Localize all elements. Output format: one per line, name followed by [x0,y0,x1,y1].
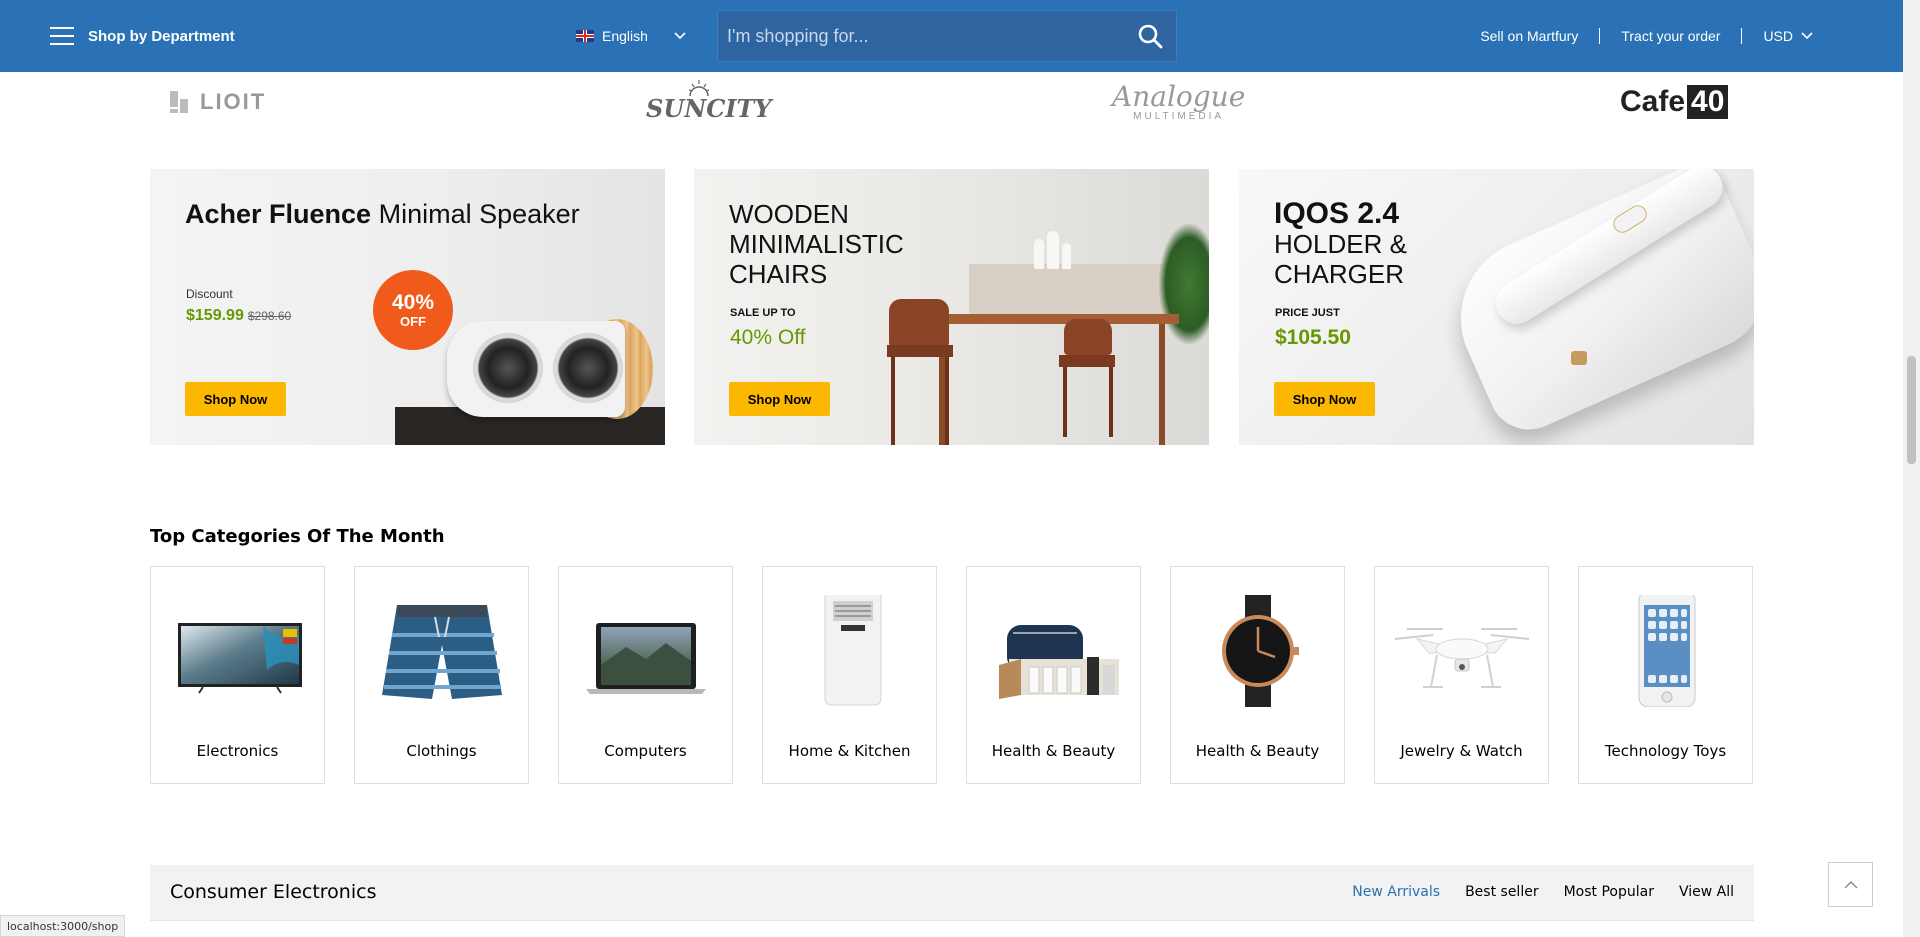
old-price: $298.60 [247,309,292,323]
section-title: Top Categories Of The Month [150,526,445,547]
discount-badge: 40% OFF [373,270,453,350]
search-icon [1138,24,1163,49]
brand-analogue-text: Analogue [1112,79,1246,113]
drone-icon [1394,628,1530,688]
brand-lioit-text: LIOIT [200,89,267,114]
brand-logo-suncity[interactable]: SUNCITY [646,76,772,128]
tab-new-arrivals[interactable]: New Arrivals [1352,884,1440,900]
brand-cafe-number: 40 [1687,85,1729,119]
laptop-icon [586,623,706,694]
sell-on-martfury-link[interactable]: Sell on Martfury [1480,28,1578,44]
promo-banner-chairs[interactable]: WOODEN MINIMALISTIC CHAIRS SALE UP TO 40… [694,169,1209,445]
category-card[interactable]: Jewelry & Watch [1374,566,1549,784]
banner-price: $105.50 [1275,326,1351,349]
category-label: Jewelry & Watch [1400,742,1523,760]
search-input[interactable] [718,11,1124,61]
chevron-up-icon [1844,881,1857,889]
category-card[interactable]: Electronics [150,566,325,784]
divider [1741,28,1743,44]
shop-now-button[interactable]: Shop Now [185,382,286,416]
brand-logo-cafe40[interactable]: Cafe 40 [1620,76,1729,128]
category-label: Technology Toys [1604,742,1727,760]
section-title: Consumer Electronics [170,881,377,903]
category-card[interactable]: Home & Kitchen [762,566,937,784]
banner-title: Acher Fluence Minimal Speaker [185,199,580,229]
sun-icon [688,80,710,97]
category-card[interactable]: Technology Toys [1578,566,1753,784]
uk-flag-icon [576,30,594,42]
status-url: localhost:3000/shop [0,915,126,937]
tab-most-popular[interactable]: Most Popular [1564,884,1654,900]
language-label: English [602,28,648,44]
tab-view-all[interactable]: View All [1679,884,1734,900]
category-card[interactable]: Computers [558,566,733,784]
banner-price: $159.99 $298.60 [186,307,292,324]
search-button[interactable] [1124,10,1176,62]
sale-offer: 40% Off [730,326,806,349]
shop-now-button[interactable]: Shop Now [729,382,830,416]
currency-selector[interactable]: USD [1763,28,1813,44]
consumer-electronics-header: Consumer Electronics New Arrivals Best s… [150,865,1754,921]
currency-label: USD [1763,28,1793,44]
discount-label: Discount [186,287,233,301]
promo-banner-speaker[interactable]: Acher Fluence Minimal Speaker Discount $… [150,169,665,445]
dining-set-image [859,169,1209,445]
brand-logo-lioit[interactable]: LIOIT [170,76,266,128]
price-label: PRICE JUST [1275,307,1340,319]
track-order-link[interactable]: Tract your order [1621,28,1720,44]
chevron-down-icon [674,32,686,40]
category-label: Home & Kitchen [788,742,911,760]
air-conditioner-icon [824,595,882,706]
promo-banner-iqos[interactable]: IQOS 2.4 HOLDER & CHARGER PRICE JUST $10… [1239,169,1754,445]
category-card[interactable]: Health & Beauty [966,566,1141,784]
department-label: Shop by Department [88,27,235,45]
header-links: Sell on Martfury Tract your order USD [1480,22,1813,50]
chevron-down-icon [1801,32,1813,40]
category-label: Clothings [406,742,477,760]
tv-icon [178,623,302,694]
category-card[interactable]: Health & Beauty [1170,566,1345,784]
language-selector[interactable]: English [576,22,686,50]
hamburger-menu-icon [50,27,74,45]
watch-icon [1222,595,1299,707]
site-header: Shop by Department English Sell on Martf… [0,0,1903,72]
smartphone-icon [1638,595,1696,707]
category-card[interactable]: Clothings [354,566,529,784]
category-label: Health & Beauty [1195,742,1320,760]
shorts-icon [382,605,502,699]
grooming-kit-icon [999,625,1119,699]
category-label: Computers [604,742,687,760]
search-bar [717,10,1177,62]
section-tabs: New Arrivals Best seller Most Popular Vi… [1352,884,1734,900]
brand-logos: LIOIT SUNCITY Analogue MULTIMEDIA Cafe 4… [150,76,1750,128]
shop-now-button[interactable]: Shop Now [1274,382,1375,416]
lioit-mark-icon [170,91,196,113]
tab-best-seller[interactable]: Best seller [1465,884,1539,900]
scrollbar-thumb[interactable] [1907,356,1916,464]
brand-cafe-text: Cafe [1620,85,1686,118]
category-grid: Electronics Clothings Computers Home & K… [150,566,1754,784]
brand-analogue-subtext: MULTIMEDIA [1133,110,1225,122]
banner-title: WOODEN MINIMALISTIC CHAIRS [729,199,904,289]
category-label: Electronics [196,742,279,760]
back-to-top-button[interactable] [1828,862,1873,907]
divider [1599,28,1601,44]
banner-title: IQOS 2.4 HOLDER & CHARGER [1274,197,1407,290]
category-label: Health & Beauty [991,742,1116,760]
brand-logo-analogue[interactable]: Analogue MULTIMEDIA [1112,76,1245,128]
shop-by-department-button[interactable]: Shop by Department [50,22,235,50]
sale-label: SALE UP TO [730,307,796,319]
iqos-device-image [1435,169,1754,445]
page-scrollbar[interactable] [1903,0,1920,937]
